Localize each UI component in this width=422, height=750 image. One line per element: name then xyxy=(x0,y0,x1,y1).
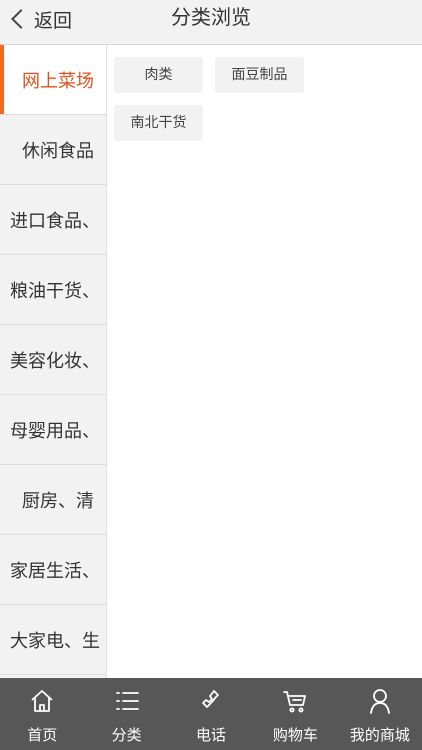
subcategory-meat[interactable]: 肉类 xyxy=(114,57,203,93)
cart-icon xyxy=(283,691,307,713)
tab-category[interactable]: 分类 xyxy=(84,678,168,750)
tab-label: 分类 xyxy=(111,726,142,744)
sidebar-item-label: 母婴用品、 xyxy=(10,420,100,442)
sidebar-item-home-living[interactable]: 家居生活、 xyxy=(0,535,106,605)
tab-label: 我的商城 xyxy=(349,726,410,744)
sidebar-item-grain-oil[interactable]: 粮油干货、 xyxy=(0,255,106,325)
sidebar-item-appliances[interactable]: 大家电、生 xyxy=(0,605,106,675)
tab-my-mall[interactable]: 我的商城 xyxy=(338,678,422,750)
sidebar-item-label: 家居生活、 xyxy=(10,560,100,582)
sidebar-item-beauty[interactable]: 美容化妆、 xyxy=(0,325,106,395)
tab-cart[interactable]: 购物车 xyxy=(253,678,337,750)
tab-home[interactable]: 首页 xyxy=(0,678,84,750)
tab-label: 购物车 xyxy=(272,726,318,744)
subcategory-dry-goods[interactable]: 南北干货 xyxy=(114,105,203,141)
tab-phone[interactable]: 电话 xyxy=(169,678,253,750)
category-sidebar: 网上菜场 休闲食品 进口食品、 粮油干货、 美容化妆、 母婴用品、 厨房、清 家… xyxy=(0,45,107,678)
page-title: 分类浏览 xyxy=(171,5,251,29)
tab-label: 首页 xyxy=(27,726,58,744)
tab-label: 电话 xyxy=(196,726,227,744)
sidebar-item-kitchen[interactable]: 厨房、清 xyxy=(0,465,106,535)
sidebar-item-label: 美容化妆、 xyxy=(10,350,100,372)
top-navigation-bar: 返回 分类浏览 xyxy=(0,0,422,45)
subcategory-noodle-tofu[interactable]: 面豆制品 xyxy=(215,57,304,93)
home-icon xyxy=(31,690,53,712)
sidebar-item-label: 大家电、生 xyxy=(10,630,100,652)
sidebar-item-snacks[interactable]: 休闲食品 xyxy=(0,115,106,185)
subcategory-panel: 肉类 面豆制品 南北干货 xyxy=(107,45,422,678)
sidebar-item-label: 网上菜场 xyxy=(22,70,94,92)
sidebar-item-imported-food[interactable]: 进口食品、 xyxy=(0,185,106,255)
phone-icon xyxy=(202,690,219,708)
list-icon xyxy=(115,692,139,710)
sidebar-item-label: 厨房、清 xyxy=(22,490,94,512)
sidebar-item-label: 粮油干货、 xyxy=(10,280,100,302)
sidebar-item-label: 休闲食品 xyxy=(22,140,94,162)
user-icon xyxy=(369,689,390,714)
bottom-tab-bar: 首页 分类 电话 购物车 我的商城 xyxy=(0,678,422,750)
subcategory-list: 肉类 面豆制品 南北干货 xyxy=(114,57,414,153)
sidebar-item-baby[interactable]: 母婴用品、 xyxy=(0,395,106,465)
sidebar-item-fresh-market[interactable]: 网上菜场 xyxy=(0,45,106,115)
sidebar-item-label: 进口食品、 xyxy=(10,210,100,232)
